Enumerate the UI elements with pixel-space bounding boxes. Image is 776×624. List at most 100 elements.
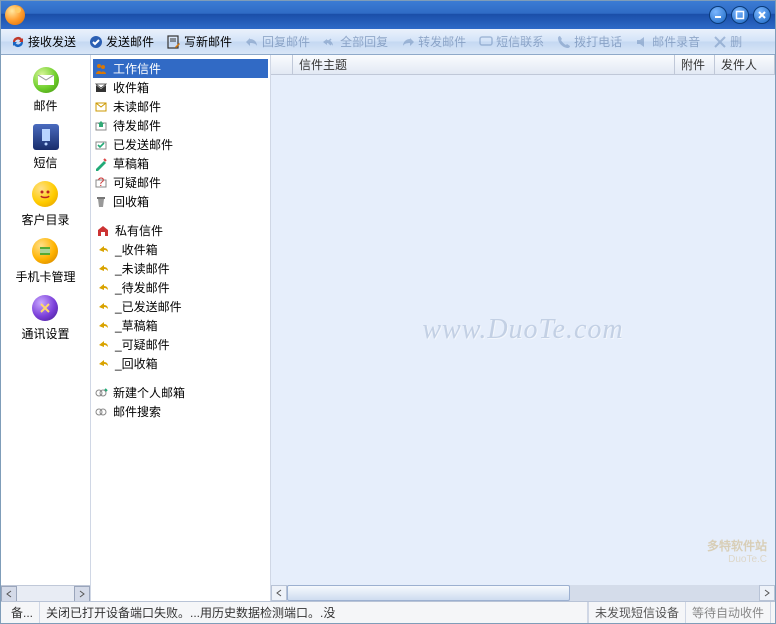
hscroll-track[interactable]: [287, 585, 759, 601]
statusbar: 备... 关闭已打开设备端口失败。...用历史数据检测端口。.没 未发现短信设备…: [1, 601, 775, 623]
sidebar-item-sim[interactable]: 手机卡管理: [15, 234, 75, 291]
sidebar-mail-label: 邮件: [33, 97, 57, 114]
status-right1: 未发现短信设备: [588, 602, 685, 623]
mail-audio-button: 邮件录音: [629, 30, 705, 53]
tree-item-label: 待发邮件: [113, 117, 161, 134]
refresh-icon: [10, 34, 26, 50]
priv-icon: [95, 318, 111, 334]
maximize-button[interactable]: [731, 6, 749, 24]
tree-item-label: 收件箱: [113, 79, 149, 96]
compose-label: 写新邮件: [184, 33, 232, 50]
tree-item-label: _已发送邮件: [115, 298, 182, 315]
sidebar-scrollbar[interactable]: [1, 585, 90, 601]
tree-item[interactable]: 待发邮件: [93, 116, 268, 135]
status-right2: 等待自动收件: [685, 602, 771, 623]
sidebar-item-sms[interactable]: 短信: [33, 120, 59, 177]
tree-item[interactable]: 工作信件: [93, 59, 268, 78]
list-body: www.DuoTe.com 多特软件站 DuoTe.C: [271, 75, 775, 585]
status-left1: 备...: [5, 602, 40, 623]
titlebar[interactable]: [1, 1, 775, 29]
list-col-sender[interactable]: 发件人: [715, 55, 775, 74]
sidebar-item-contacts[interactable]: 客户目录: [21, 177, 69, 234]
settings-icon: [32, 295, 58, 321]
forward-button: 转发邮件: [395, 30, 471, 53]
sidebar-item-mail[interactable]: 邮件: [33, 63, 59, 120]
toolbar: 接收发送 发送邮件 写新邮件 回复邮件 全部回复 转发邮件 短信联系 拨打电话 …: [1, 29, 775, 55]
tree-item[interactable]: 私有信件: [93, 221, 268, 240]
sms-record-button: 短信联系: [473, 30, 549, 53]
hscroll-right-button[interactable]: [759, 585, 775, 601]
tree-item[interactable]: 邮件搜索: [93, 402, 268, 421]
list-col-attach[interactable]: 附件: [675, 55, 715, 74]
send-mail-button[interactable]: 发送邮件: [83, 30, 159, 53]
tree-item-label: _可疑邮件: [115, 336, 170, 353]
tree-item[interactable]: 草稿箱: [93, 154, 268, 173]
brand-sub: DuoTe.C: [707, 554, 767, 565]
reply-label: 回复邮件: [262, 33, 310, 50]
sidebar-item-comm[interactable]: 通讯设置: [21, 291, 69, 348]
mail-icon: [33, 67, 59, 93]
scroll-left-button[interactable]: [1, 586, 17, 601]
close-button[interactable]: [753, 6, 771, 24]
delete-button: 删: [707, 30, 747, 53]
list-col-subject[interactable]: 信件主题: [293, 55, 675, 74]
priv-icon: [95, 242, 111, 258]
tree-item[interactable]: 未读邮件: [93, 97, 268, 116]
hscroll-thumb[interactable]: [287, 585, 570, 601]
tree-item[interactable]: 回收箱: [93, 192, 268, 211]
tree-item[interactable]: _未读邮件: [93, 259, 268, 278]
tree-item-label: 已发送邮件: [113, 136, 173, 153]
tree-item-label: _收件箱: [115, 241, 158, 258]
sidebar-comm-label: 通讯设置: [21, 325, 69, 342]
list-col-icon[interactable]: [271, 55, 293, 74]
tree-item[interactable]: ?可疑邮件: [93, 173, 268, 192]
priv-icon: [95, 337, 111, 353]
sms-icon: [478, 34, 494, 50]
minimize-button[interactable]: [709, 6, 727, 24]
app-logo-icon: [5, 5, 25, 25]
tree-item-label: 工作信件: [113, 60, 161, 77]
tree-item[interactable]: _收件箱: [93, 240, 268, 259]
tree-item[interactable]: _可疑邮件: [93, 335, 268, 354]
inbox-icon: [93, 80, 109, 96]
trash-icon: [93, 194, 109, 210]
delete-icon: [712, 34, 728, 50]
brand-name: 多特软件站: [707, 537, 767, 554]
tree-item-label: _未读邮件: [115, 260, 170, 277]
tree-item[interactable]: 收件箱: [93, 78, 268, 97]
tree-item-label: _待发邮件: [115, 279, 170, 296]
priv-icon: [95, 261, 111, 277]
priv-icon: [95, 280, 111, 296]
spam-icon: ?: [93, 175, 109, 191]
tree-item[interactable]: _已发送邮件: [93, 297, 268, 316]
tree-item[interactable]: _草稿箱: [93, 316, 268, 335]
home-icon: [95, 223, 111, 239]
list-hscrollbar[interactable]: [271, 585, 775, 601]
tree-item-label: 未读邮件: [113, 98, 161, 115]
scroll-right-button[interactable]: [74, 586, 90, 601]
scroll-track[interactable]: [17, 586, 74, 601]
tree-item[interactable]: 新建个人邮箱: [93, 383, 268, 402]
phone-icon: [556, 34, 572, 50]
forward-icon: [400, 34, 416, 50]
sidebar-contacts-label: 客户目录: [21, 211, 69, 228]
status-left2: 关闭已打开设备端口失败。...用历史数据检测端口。.没: [40, 602, 588, 623]
sim-icon: [32, 238, 58, 264]
mobile-icon: [33, 124, 59, 150]
delete-label: 删: [730, 33, 742, 50]
main-body: 邮件 短信 客户目录 手机卡管理 通讯设置 工作信件收件箱未读邮件待发邮件已发送…: [1, 55, 775, 601]
watermark: www.DuoTe.com: [422, 314, 623, 346]
hscroll-left-button[interactable]: [271, 585, 287, 601]
compose-button[interactable]: 写新邮件: [161, 30, 237, 53]
compose-icon: [166, 34, 182, 50]
reply-all-label: 全部回复: [340, 33, 388, 50]
tree-item[interactable]: 已发送邮件: [93, 135, 268, 154]
tree-item[interactable]: _待发邮件: [93, 278, 268, 297]
draft-icon: [93, 156, 109, 172]
priv-icon: [95, 299, 111, 315]
tree-item-label: 回收箱: [113, 193, 149, 210]
search-icon: [93, 404, 109, 420]
tree-item[interactable]: _回收箱: [93, 354, 268, 373]
receive-send-button[interactable]: 接收发送: [5, 30, 81, 53]
outbox-icon: [93, 118, 109, 134]
